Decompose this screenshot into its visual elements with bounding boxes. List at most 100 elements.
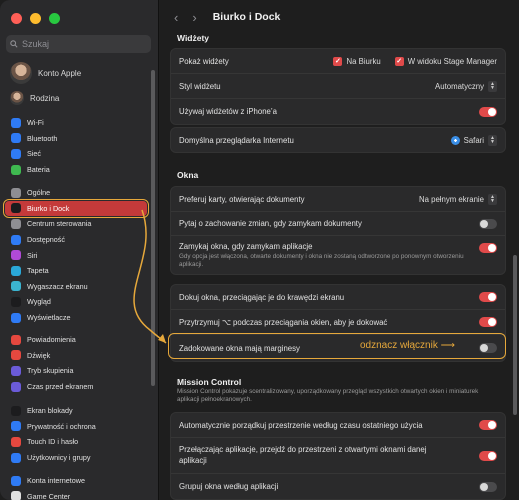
chevron-right-icon[interactable]: › [192, 10, 196, 25]
control-center-icon [11, 218, 21, 229]
iphone-widgets-toggle[interactable] [479, 106, 497, 117]
sidebar-item[interactable]: Ekran blokady [5, 403, 147, 419]
sidebar-scrollbar[interactable] [151, 70, 155, 386]
tile-edge-toggle[interactable] [479, 292, 497, 302]
mission-control-description: Mission Control pokazuje scentralizowany… [177, 388, 479, 404]
sidebar-item[interactable]: Tryb skupienia [5, 363, 147, 379]
sidebar-group-system: Ogólne Biurko i Dock Centrum sterowania Dos… [3, 185, 149, 326]
auto-rearrange-row: Automatycznie porządkuj przestrzenie wed… [171, 413, 505, 438]
sidebar-item[interactable]: Czas przed ekranem [5, 379, 147, 395]
minimize-window-button[interactable] [30, 13, 41, 24]
switch-space-label: Przełączając aplikacje, przejdź do przes… [179, 445, 427, 465]
apple-account[interactable]: Konto Apple [10, 62, 81, 84]
main-pane: ‹ › Biurko i Dock Widżety Pokaż widżety … [160, 0, 519, 500]
at-icon [11, 475, 21, 486]
sidebar-item-label: Dostępność [27, 235, 65, 245]
sidebar-item[interactable]: Prywatność i ochrona [5, 419, 147, 435]
stage-manager-widgets-label: W widoku Stage Manager [407, 56, 497, 66]
sidebar-item-label: Bluetooth [27, 133, 58, 143]
prefer-tabs-label: Preferuj karty, otwierając dokumenty [179, 194, 305, 204]
chevron-left-icon[interactable]: ‹ [174, 10, 178, 25]
sidebar-item[interactable]: Ogólne [5, 185, 147, 201]
group-windows-toggle[interactable] [479, 481, 497, 492]
sidebar-item[interactable]: Wi-Fi [5, 115, 147, 131]
group-windows-row: Grupuj okna według aplikacji [171, 474, 505, 499]
chevron-updown-icon: ▲ ▼ [488, 193, 497, 205]
prefer-tabs-select[interactable]: Na pełnym ekranie ▲ ▼ [418, 193, 497, 205]
bluetooth-icon [11, 133, 21, 144]
stage-manager-widgets-checkbox[interactable]: ✓ [394, 56, 404, 66]
settings-window: Szukaj Konto Apple Rodzina Wi-Fi Bluetoot… [0, 0, 519, 500]
sidebar-group-notifications: Powiadomienia Dźwięk Tryb skupienia Czas pr… [5, 332, 147, 394]
sidebar-item[interactable]: Użytkownicy i grupy [5, 450, 147, 466]
close-windows-toggle[interactable] [479, 243, 497, 253]
sidebar-item[interactable]: Dźwięk [5, 348, 147, 364]
sidebar-item[interactable]: Tapeta [5, 263, 147, 279]
sidebar-item[interactable]: Siri [5, 247, 147, 263]
sidebar-item[interactable]: Game Center [5, 489, 147, 500]
sidebar-item[interactable]: Wygaszacz ekranu [5, 279, 147, 295]
sidebar-item[interactable]: Wygląd [5, 294, 147, 310]
sidebar-item[interactable]: Centrum sterowania [5, 216, 147, 232]
widget-style-select[interactable]: Automatyczny ▲ ▼ [435, 80, 497, 92]
main-scrollbar[interactable] [513, 255, 517, 415]
sidebar-group-accounts: Konta internetowe Game Center [5, 473, 147, 500]
mission-control-card: Automatycznie porządkuj przestrzenie wed… [170, 412, 506, 500]
window-controls [11, 13, 60, 24]
sidebar-item-label: Użytkownicy i grupy [27, 453, 91, 463]
sidebar-item-label: Prywatność i ochrona [27, 421, 96, 431]
family-label: Rodzina [30, 93, 60, 103]
ask-keep-changes-label: Pytaj o zachowanie zmian, gdy zamykam do… [179, 219, 362, 228]
account-name: Konto Apple [38, 68, 82, 78]
zoom-window-button[interactable] [49, 13, 60, 24]
search-input[interactable]: Szukaj [6, 35, 151, 53]
prefer-tabs-row: Preferuj karty, otwierając dokumenty Na … [171, 187, 505, 212]
sidebar-item[interactable]: Biurko i Dock [3, 198, 149, 219]
widgets-heading: Widżety [177, 33, 210, 43]
prefer-tabs-value: Na pełnym ekranie [418, 194, 484, 204]
sidebar-item[interactable]: Dostępność [5, 232, 147, 248]
close-window-button[interactable] [11, 13, 22, 24]
sidebar-item[interactable]: Bateria [5, 162, 147, 178]
notifications-icon [11, 334, 21, 345]
close-windows-description: Gdy opcja jest włączona, otwarte dokumen… [179, 253, 464, 268]
show-widgets-row: Pokaż widżety ✓ Na Biurku ✓ W widoku Sta… [171, 49, 505, 74]
tiled-margins-highlight [168, 333, 506, 359]
sound-icon [11, 350, 21, 361]
default-browser-value: Safari [463, 135, 484, 145]
sidebar-item[interactable]: Powiadomienia [5, 332, 147, 348]
game-center-icon [11, 491, 21, 500]
sidebar-item[interactable]: Wyświetlacze [5, 310, 147, 326]
widget-style-label: Styl widżetu [179, 81, 221, 91]
sidebar-item-label: Game Center [27, 491, 71, 500]
family-item[interactable]: Rodzina [10, 91, 59, 105]
chevron-updown-icon: ▲ ▼ [488, 134, 497, 146]
default-browser-select[interactable]: Safari ▲ ▼ [450, 134, 497, 146]
auto-rearrange-toggle[interactable] [479, 420, 497, 430]
sidebar-item-label: Sieć [27, 149, 41, 159]
browser-card: Domyślna przeglądarka Internetu Safari ▲… [170, 127, 506, 153]
sidebar-item[interactable]: Bluetooth [5, 131, 147, 147]
windows-card: Preferuj karty, otwierając dokumenty Na … [170, 186, 506, 275]
sidebar-item[interactable]: Touch ID i hasło [5, 434, 147, 450]
ask-keep-changes-toggle[interactable] [479, 218, 497, 229]
sidebar-item[interactable]: Konta internetowe [5, 473, 147, 489]
widget-style-row: Styl widżetu Automatyczny ▲ ▼ [171, 74, 505, 99]
auto-rearrange-label: Automatycznie porządkuj przestrzenie wed… [179, 420, 423, 430]
desktop-widgets-checkbox[interactable]: ✓ [333, 56, 343, 66]
sidebar-item-label: Tapeta [27, 266, 49, 276]
sidebar-item-label: Bateria [27, 165, 50, 175]
chevron-updown-icon: ▲ ▼ [488, 80, 497, 92]
tile-option-toggle[interactable] [479, 317, 497, 327]
desktop-widgets-label: Na Biurku [346, 56, 381, 66]
display-icon [11, 312, 21, 323]
tile-option-label: Przytrzymuj ⌥ podczas przeciągania okien… [179, 317, 388, 327]
switch-space-toggle[interactable] [479, 450, 497, 461]
sidebar-item-label: Dźwięk [27, 350, 51, 360]
wifi-icon [11, 117, 21, 128]
sidebar-item-label: Ogólne [27, 188, 51, 198]
gear-icon [11, 187, 21, 198]
users-icon [11, 452, 21, 463]
widget-style-value: Automatyczny [435, 81, 484, 91]
sidebar-item[interactable]: Sieć [5, 146, 147, 162]
